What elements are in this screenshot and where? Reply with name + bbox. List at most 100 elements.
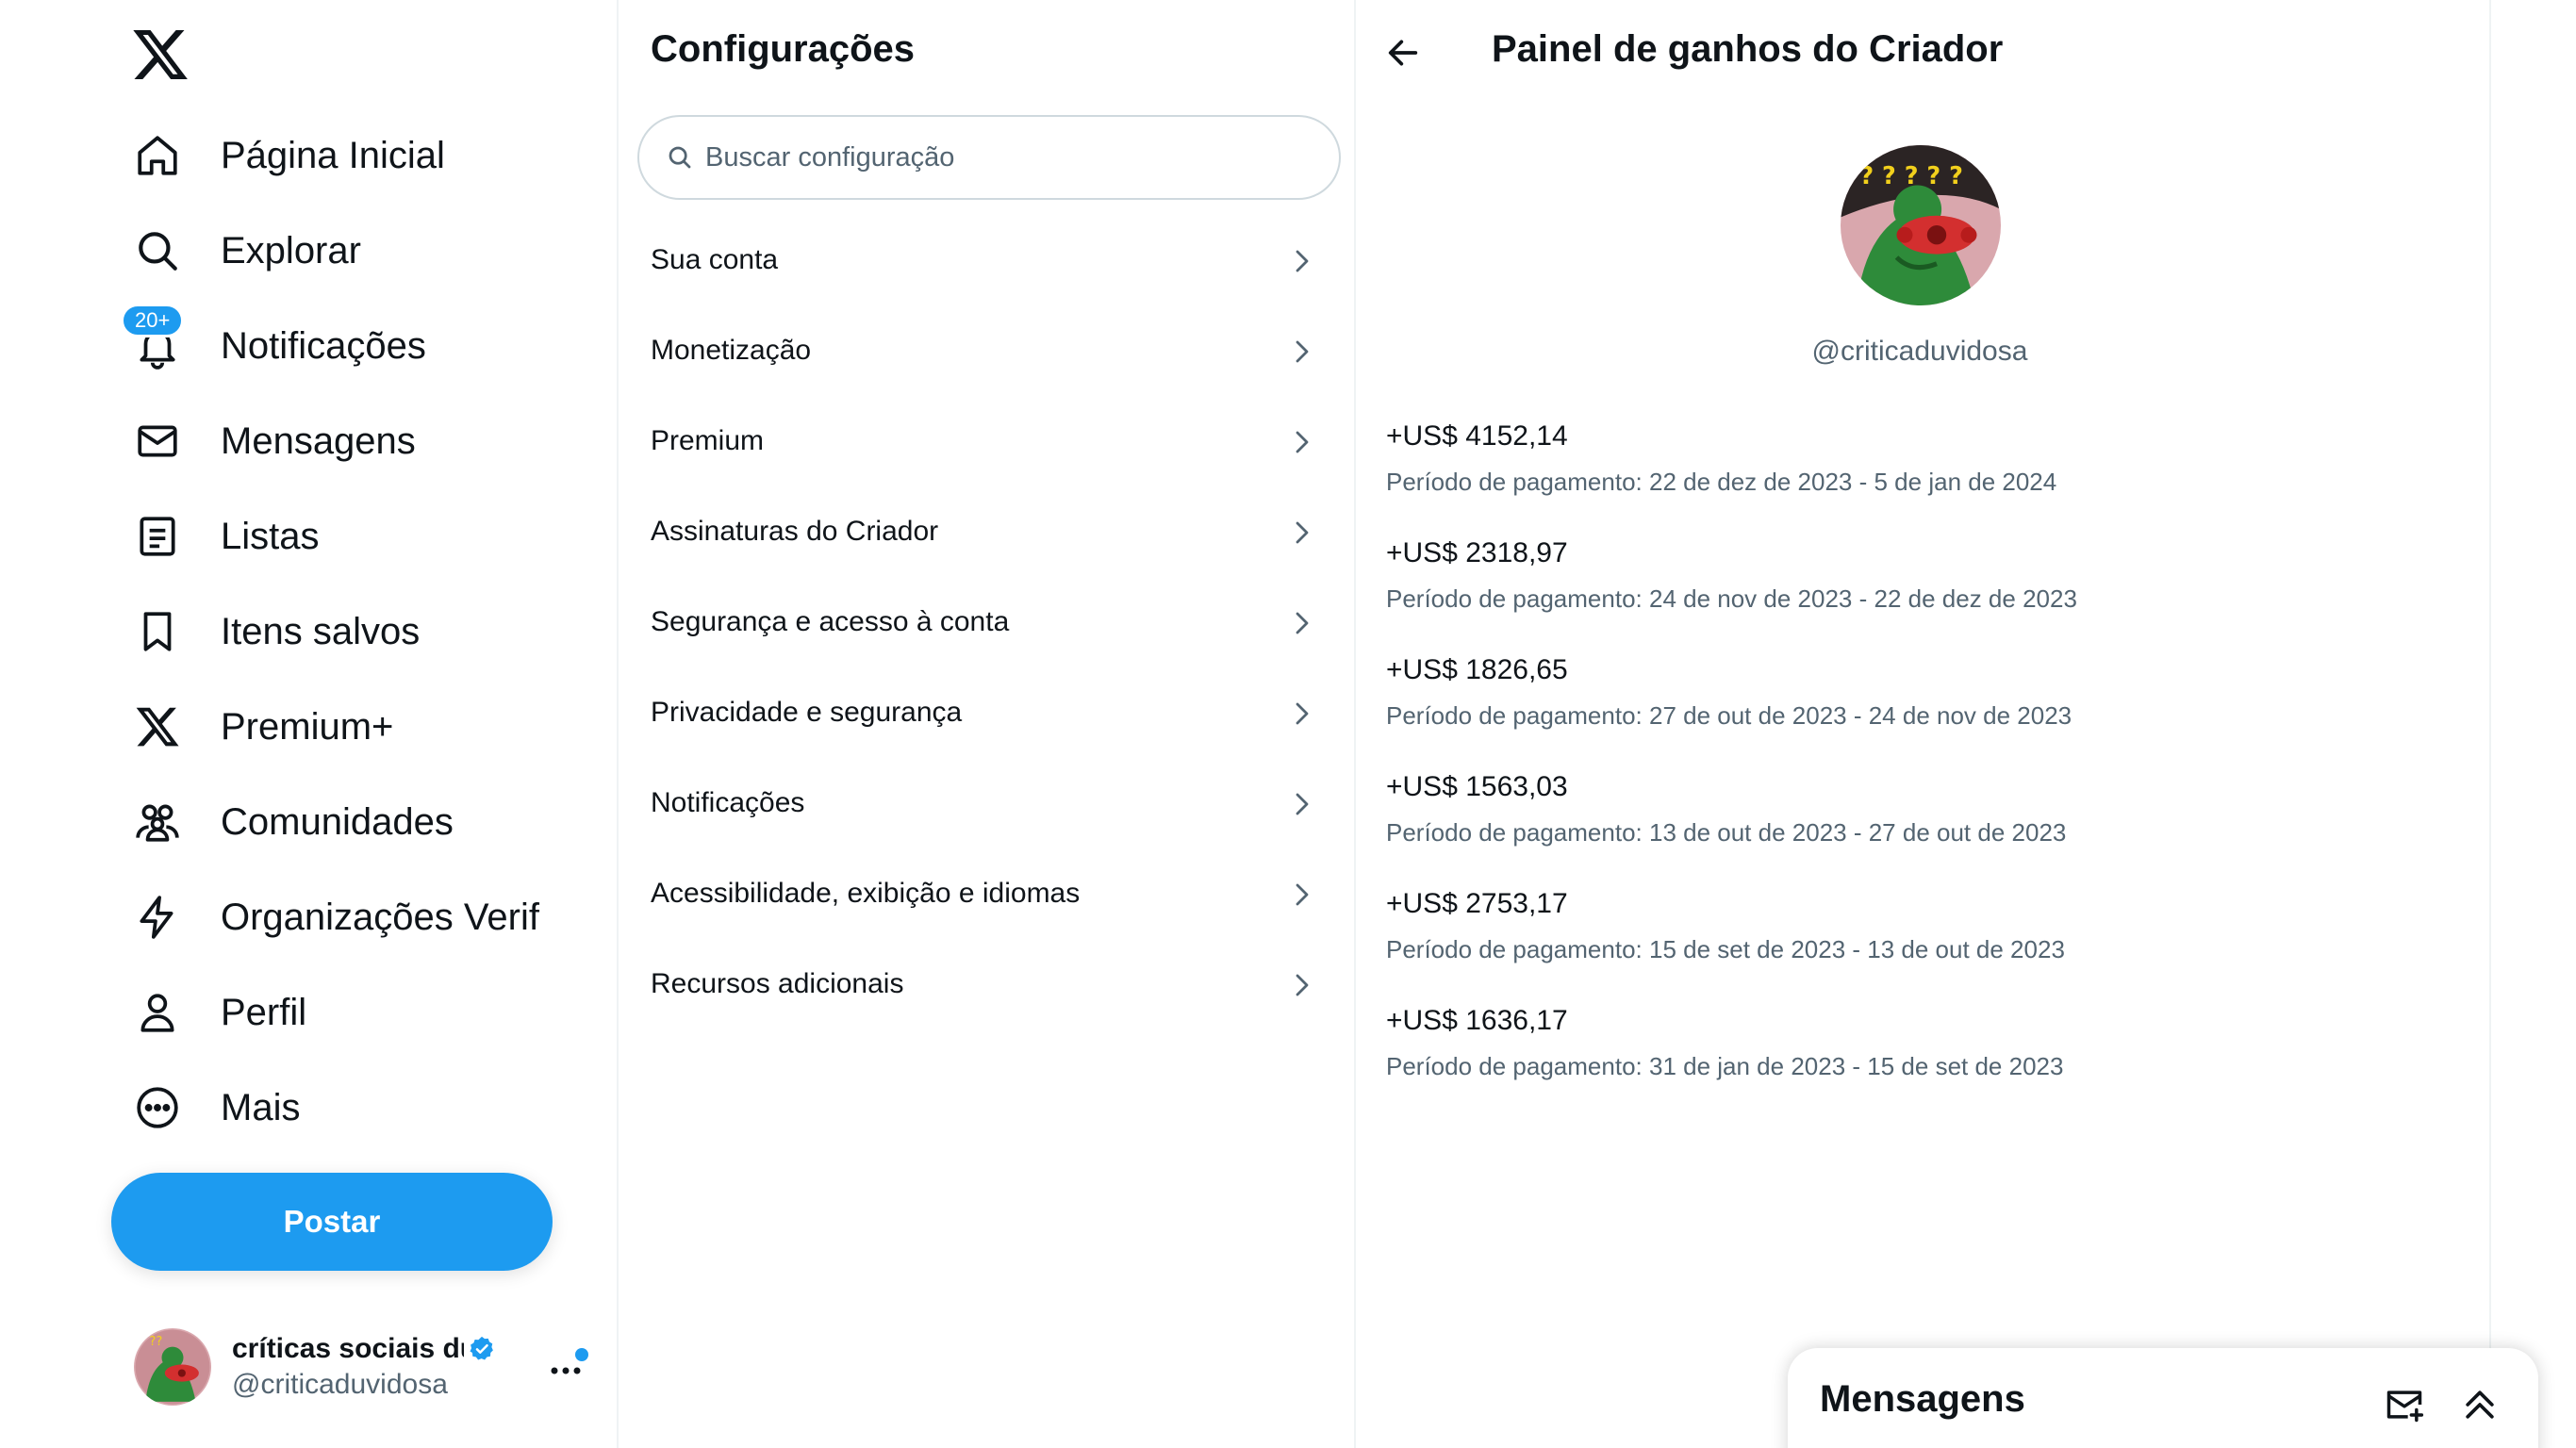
settings-item-additional-resources[interactable]: Recursos adicionais — [619, 939, 1354, 1029]
back-arrow-icon[interactable] — [1384, 34, 1422, 72]
bookmark-icon — [134, 608, 181, 655]
earning-period: Período de pagamento: 27 de out de 2023 … — [1386, 701, 2072, 730]
nav-item-home[interactable]: Página Inicial — [111, 113, 470, 198]
unread-dot — [575, 1348, 588, 1361]
nav-item-label: Mensagens — [221, 420, 416, 462]
x-logo-icon[interactable] — [130, 25, 190, 85]
primary-navigation: Página Inicial Explorar 20+ Notificações… — [0, 0, 617, 1448]
nav-item-communities[interactable]: Comunidades — [111, 780, 478, 864]
svg-text:? ? ? ? ?: ? ? ? ? ? — [1859, 162, 1962, 190]
profile-handle: @criticaduvidosa — [1811, 336, 2028, 367]
settings-item-account[interactable]: Sua conta — [619, 215, 1354, 305]
chevron-right-icon — [1296, 702, 1309, 725]
settings-item-accessibility[interactable]: Acessibilidade, exibição e idiomas — [619, 848, 1354, 939]
earning-period: Período de pagamento: 24 de nov de 2023 … — [1386, 584, 2077, 613]
nav-item-bookmarks[interactable]: Itens salvos — [111, 589, 444, 674]
new-message-icon[interactable] — [2384, 1384, 2425, 1425]
settings-item-label: Premium — [651, 425, 765, 456]
settings-item-premium[interactable]: Premium — [619, 396, 1354, 486]
chevron-right-icon — [1296, 883, 1309, 906]
chevron-right-icon — [1296, 521, 1309, 544]
search-icon — [669, 146, 691, 169]
nav-item-premium[interactable]: Premium+ — [111, 684, 418, 769]
settings-item-notifications[interactable]: Notificações — [619, 758, 1354, 848]
earning-amount: +US$ 2753,17 — [1386, 888, 1568, 919]
earning-period: Período de pagamento: 15 de set de 2023 … — [1386, 935, 2065, 963]
person-icon — [134, 989, 181, 1036]
nav-item-lists[interactable]: Listas — [111, 494, 344, 579]
post-button[interactable]: Postar — [111, 1173, 553, 1271]
settings-item-label: Notificações — [651, 787, 805, 818]
settings-item-label: Monetização — [651, 335, 812, 366]
search-input[interactable] — [705, 141, 1309, 173]
chevron-right-icon — [1296, 974, 1309, 996]
earning-period: Período de pagamento: 22 de dez de 2023 … — [1386, 468, 2057, 496]
people-icon — [134, 798, 181, 846]
settings-item-monetization[interactable]: Monetização — [619, 305, 1354, 396]
earning-amount: +US$ 4152,14 — [1386, 420, 1568, 452]
nav-item-explore[interactable]: Explorar — [111, 208, 386, 293]
envelope-icon — [134, 418, 181, 465]
nav-item-notifications[interactable]: 20+ Notificações — [111, 304, 451, 388]
earning-entry: +US$ 1826,65 Período de pagamento: 27 de… — [1386, 654, 2072, 731]
earning-entry: +US$ 2753,17 Período de pagamento: 15 de… — [1386, 888, 2065, 964]
nav-item-messages[interactable]: Mensagens — [111, 399, 440, 484]
x-logo-icon — [134, 703, 181, 750]
earning-amount: +US$ 1636,17 — [1386, 1005, 1568, 1036]
nav-item-label: Comunidades — [221, 800, 454, 843]
profile-avatar: ? ? ? ? ? — [1841, 145, 2001, 305]
earning-period: Período de pagamento: 31 de jan de 2023 … — [1386, 1052, 2064, 1080]
creator-earnings-panel: Painel de ganhos do Criador ? ? ? ? ? @c… — [1356, 0, 2491, 1448]
chevron-right-icon — [1296, 250, 1309, 272]
nav-item-label: Mais — [221, 1086, 301, 1128]
messages-drawer[interactable]: Mensagens — [1788, 1348, 2538, 1448]
list-icon — [134, 513, 181, 560]
nav-item-label: Listas — [221, 515, 320, 557]
settings-item-privacy[interactable]: Privacidade e segurança — [619, 667, 1354, 758]
nav-item-label: Itens salvos — [221, 610, 421, 652]
search-icon — [134, 227, 181, 274]
earning-amount: +US$ 2318,97 — [1386, 537, 1568, 568]
nav-item-more[interactable]: Mais — [111, 1065, 324, 1150]
lightning-icon — [134, 894, 181, 941]
settings-item-label: Sua conta — [651, 244, 779, 275]
chevron-right-icon — [1296, 340, 1309, 363]
nav-item-profile[interactable]: Perfil — [111, 970, 331, 1055]
nav-item-label: Notificações — [221, 324, 426, 367]
svg-text:??: ?? — [149, 1335, 162, 1349]
settings-item-label: Privacidade e segurança — [651, 697, 963, 728]
chevron-right-icon — [1296, 793, 1309, 815]
nav-item-label: Página Inicial — [221, 134, 445, 176]
settings-item-label: Segurança e acesso à conta — [651, 606, 1010, 637]
settings-item-security[interactable]: Segurança e acesso à conta — [619, 577, 1354, 667]
account-display-name: críticas sociais duvidosas — [232, 1333, 464, 1364]
nav-item-label: Organizações Verif — [221, 896, 539, 938]
nav-item-label: Explorar — [221, 229, 361, 272]
home-icon — [134, 132, 181, 179]
settings-search[interactable] — [637, 115, 1341, 200]
more-circle-icon — [134, 1084, 181, 1131]
bell-icon: 20+ — [121, 304, 185, 370]
account-switcher[interactable]: ?? críticas sociais duvidosas @criticadu… — [111, 1310, 592, 1423]
earning-entry: +US$ 1636,17 Período de pagamento: 31 de… — [1386, 1005, 2063, 1081]
nav-item-label: Premium+ — [221, 705, 394, 748]
settings-item-label: Assinaturas do Criador — [651, 516, 939, 547]
chevrons-up-icon[interactable] — [2459, 1384, 2501, 1425]
panel-title: Painel de ganhos do Criador — [1492, 28, 2004, 70]
notification-badge: 20+ — [121, 304, 185, 337]
nav-item-label: Perfil — [221, 991, 307, 1033]
settings-item-label: Acessibilidade, exibição e idiomas — [651, 878, 1081, 909]
avatar: ?? — [134, 1328, 211, 1406]
nav-item-verified-orgs[interactable]: Organizações Verif — [111, 875, 564, 960]
settings-item-label: Recursos adicionais — [651, 968, 904, 999]
verified-badge-icon — [470, 1336, 493, 1360]
settings-column: Configurações Sua conta Monetização Prem… — [617, 0, 1356, 1448]
messages-drawer-title: Mensagens — [1820, 1378, 2025, 1420]
earning-period: Período de pagamento: 13 de out de 2023 … — [1386, 818, 2067, 847]
chevron-right-icon — [1296, 612, 1309, 634]
earning-entry: +US$ 1563,03 Período de pagamento: 13 de… — [1386, 771, 2066, 847]
earning-amount: +US$ 1563,03 — [1386, 771, 1568, 802]
settings-item-creator-subscriptions[interactable]: Assinaturas do Criador — [619, 486, 1354, 577]
account-handle: @criticaduvidosa — [232, 1369, 448, 1400]
settings-title: Configurações — [651, 28, 916, 70]
